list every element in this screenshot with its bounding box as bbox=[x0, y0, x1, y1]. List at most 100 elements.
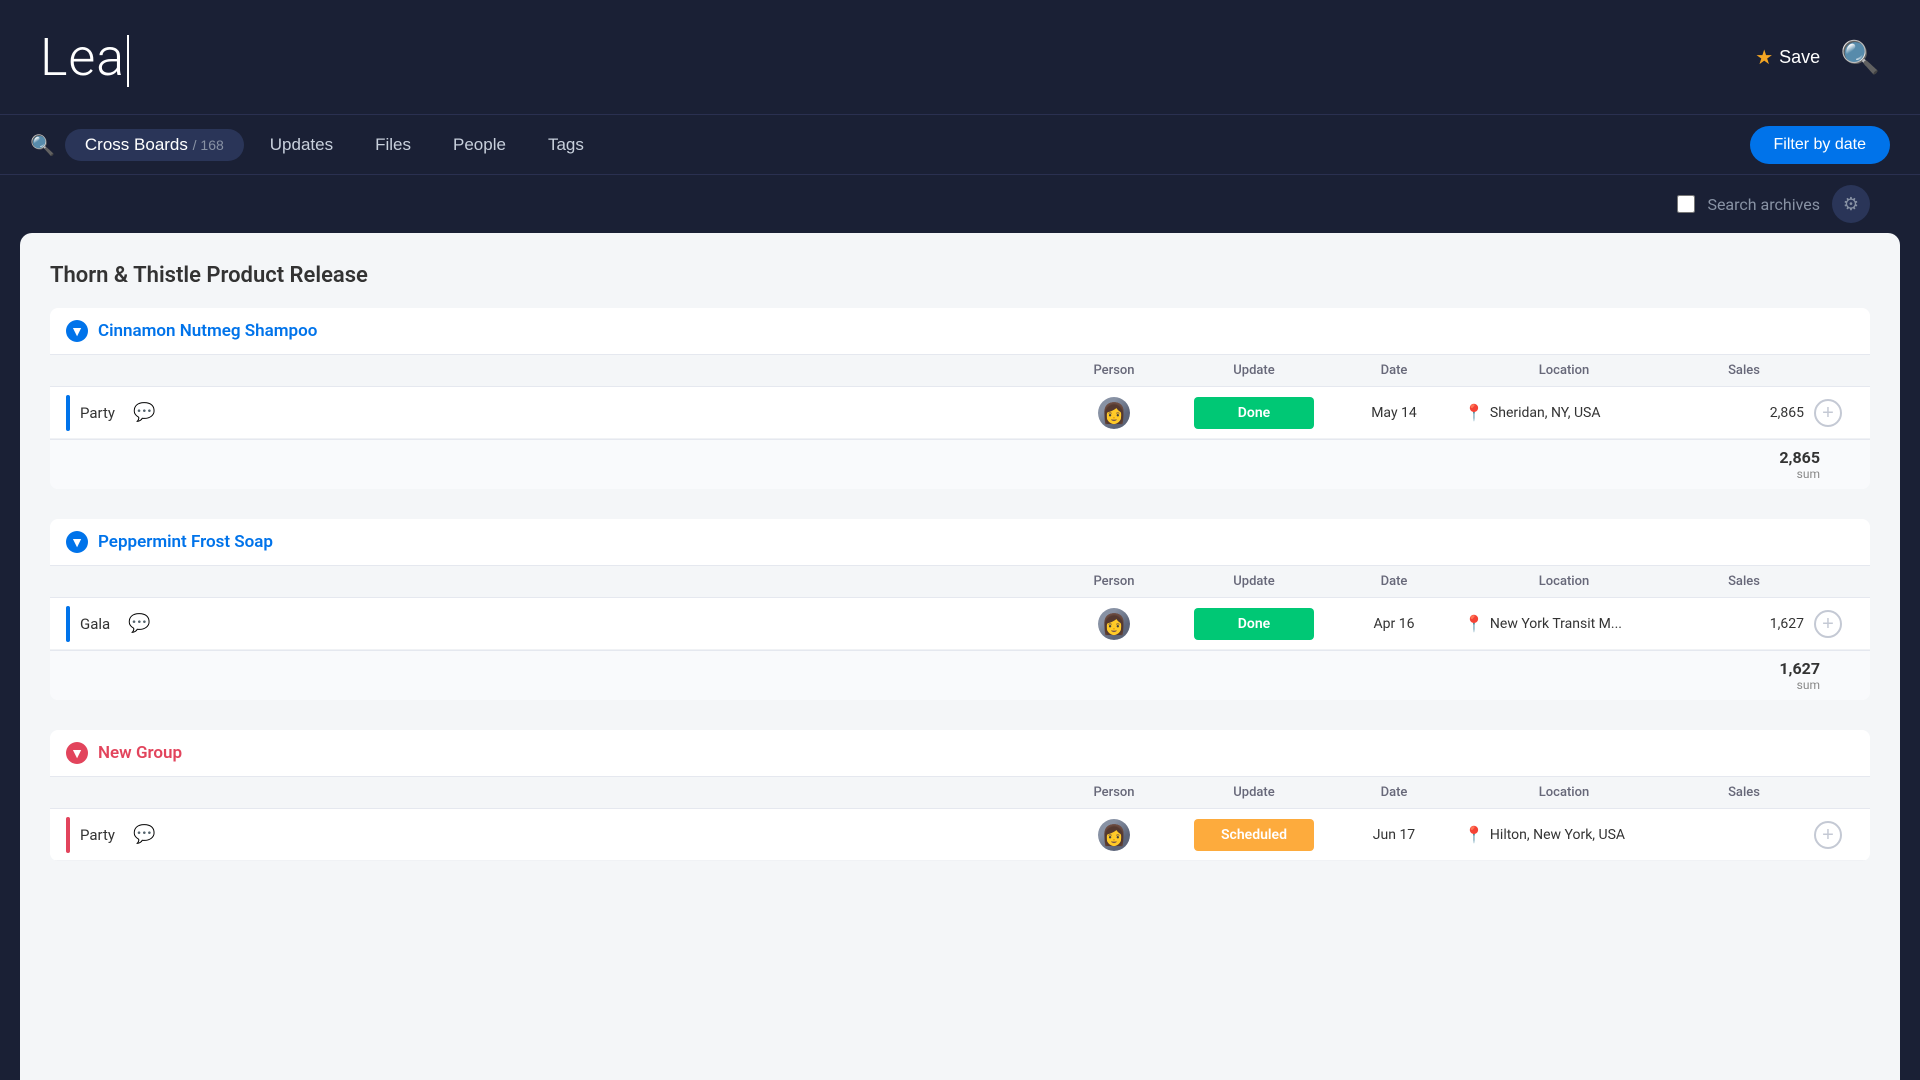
avatar-3: 👩 bbox=[1096, 817, 1132, 853]
row-color-bar-1 bbox=[66, 395, 70, 431]
col-headers-group3: Person Update Date Location Sales bbox=[50, 776, 1870, 809]
person-cell-2: 👩 bbox=[1054, 606, 1174, 642]
col-header-add-2 bbox=[1814, 574, 1854, 589]
date-cell-3: Jun 17 bbox=[1334, 827, 1454, 843]
comment-icon-3[interactable]: 💬 bbox=[133, 824, 155, 845]
status-cell-1[interactable]: Done bbox=[1174, 397, 1334, 429]
sum-row-1: 2,865 sum bbox=[50, 439, 1870, 489]
search-archives-row: Search archives ⚙ bbox=[0, 175, 1920, 233]
sum-block-2: 1,627 sum bbox=[1779, 659, 1820, 692]
group-name-cinnamon[interactable]: Cinnamon Nutmeg Shampoo bbox=[98, 321, 317, 341]
col-header-add-1 bbox=[1814, 363, 1854, 378]
add-column-button-2[interactable]: + bbox=[1814, 610, 1842, 638]
status-badge-scheduled-3[interactable]: Scheduled bbox=[1194, 819, 1314, 851]
search-icon[interactable]: 🔍 bbox=[1840, 38, 1880, 76]
sales-cell-1: 2,865 bbox=[1674, 405, 1814, 421]
group-name-new[interactable]: New Group bbox=[98, 743, 182, 763]
nav-bar: 🔍 Cross Boards / 168 Updates Files Peopl… bbox=[0, 115, 1920, 175]
tab-updates[interactable]: Updates bbox=[254, 129, 349, 161]
col-header-date-1: Date bbox=[1334, 363, 1454, 378]
sum-label-2: sum bbox=[1779, 678, 1820, 692]
task-name-cell-3: Party 💬 bbox=[66, 817, 1054, 853]
group-toggle-cinnamon[interactable]: ▼ bbox=[66, 320, 88, 342]
col-header-task-2 bbox=[66, 574, 1054, 589]
settings-button[interactable]: ⚙ bbox=[1832, 185, 1870, 223]
col-header-task-3 bbox=[66, 785, 1054, 800]
task-name-cell-2: Gala 💬 bbox=[66, 606, 1054, 642]
date-cell-2: Apr 16 bbox=[1334, 616, 1454, 632]
nav-right: Filter by date bbox=[1750, 126, 1890, 164]
gear-icon: ⚙ bbox=[1843, 194, 1859, 215]
group-toggle-new[interactable]: ▼ bbox=[66, 742, 88, 764]
location-pin-3: 📍 bbox=[1464, 825, 1484, 844]
task-name-party-3: Party bbox=[80, 826, 115, 844]
text-cursor bbox=[127, 35, 129, 87]
tab-cross-boards[interactable]: Cross Boards / 168 bbox=[65, 129, 244, 161]
board-title: Thorn & Thistle Product Release bbox=[50, 263, 1870, 288]
col-header-update-2: Update bbox=[1174, 574, 1334, 589]
group-header-cinnamon: ▼ Cinnamon Nutmeg Shampoo bbox=[50, 308, 1870, 354]
group-cinnamon: ▼ Cinnamon Nutmeg Shampoo Person Update … bbox=[50, 308, 1870, 489]
col-header-update-3: Update bbox=[1174, 785, 1334, 800]
col-header-person-3: Person bbox=[1054, 785, 1174, 800]
col-headers-group2: Person Update Date Location Sales bbox=[50, 565, 1870, 598]
main-content: Thorn & Thistle Product Release ▼ Cinnam… bbox=[20, 233, 1900, 1080]
col-header-location-1: Location bbox=[1454, 363, 1674, 378]
tab-people[interactable]: People bbox=[437, 129, 522, 161]
row-color-bar-2 bbox=[66, 606, 70, 642]
tab-files[interactable]: Files bbox=[359, 129, 427, 161]
search-archives-label: Search archives bbox=[1707, 195, 1820, 214]
app-title: Lea bbox=[40, 27, 129, 88]
location-cell-3: 📍 Hilton, New York, USA bbox=[1454, 825, 1674, 844]
col-header-update-1: Update bbox=[1174, 363, 1334, 378]
row-color-bar-3 bbox=[66, 817, 70, 853]
add-column-button-1[interactable]: + bbox=[1814, 399, 1842, 427]
col-header-person-1: Person bbox=[1054, 363, 1174, 378]
group-new: ▼ New Group Person Update Date Location … bbox=[50, 730, 1870, 861]
date-cell-1: May 14 bbox=[1334, 405, 1454, 421]
col-headers-group1: Person Update Date Location Sales bbox=[50, 354, 1870, 387]
search-archives-checkbox[interactable] bbox=[1677, 195, 1695, 213]
task-row-party-1: Party 💬 👩 Done May 14 📍 Sheridan, NY, US… bbox=[50, 387, 1870, 439]
location-cell-1: 📍 Sheridan, NY, USA bbox=[1454, 403, 1674, 422]
status-badge-done-2[interactable]: Done bbox=[1194, 608, 1314, 640]
status-cell-2[interactable]: Done bbox=[1174, 608, 1334, 640]
comment-icon-2[interactable]: 💬 bbox=[128, 613, 150, 634]
col-header-sales-1: Sales bbox=[1674, 363, 1814, 378]
status-badge-done-1[interactable]: Done bbox=[1194, 397, 1314, 429]
filter-by-date-button[interactable]: Filter by date bbox=[1750, 126, 1890, 164]
col-header-location-2: Location bbox=[1454, 574, 1674, 589]
col-header-add-3 bbox=[1814, 785, 1854, 800]
avatar-2: 👩 bbox=[1096, 606, 1132, 642]
col-header-task bbox=[66, 363, 1054, 378]
comment-icon-1[interactable]: 💬 bbox=[133, 402, 155, 423]
person-cell-1: 👩 bbox=[1054, 395, 1174, 431]
location-pin-2: 📍 bbox=[1464, 614, 1484, 633]
col-header-date-3: Date bbox=[1334, 785, 1454, 800]
status-cell-3[interactable]: Scheduled bbox=[1174, 819, 1334, 851]
location-pin-1: 📍 bbox=[1464, 403, 1484, 422]
nav-search-icon[interactable]: 🔍 bbox=[30, 133, 55, 157]
add-column-button-3[interactable]: + bbox=[1814, 821, 1842, 849]
group-header-new: ▼ New Group bbox=[50, 730, 1870, 776]
save-button[interactable]: ★ Save bbox=[1755, 45, 1820, 70]
star-icon: ★ bbox=[1755, 45, 1773, 70]
sum-row-2: 1,627 sum bbox=[50, 650, 1870, 700]
sum-value-1: 2,865 bbox=[1779, 448, 1820, 467]
group-name-peppermint[interactable]: Peppermint Frost Soap bbox=[98, 532, 273, 552]
sales-cell-2: 1,627 bbox=[1674, 616, 1814, 632]
tab-tags[interactable]: Tags bbox=[532, 129, 600, 161]
task-name-gala: Gala bbox=[80, 615, 110, 633]
top-bar: Lea ★ Save 🔍 bbox=[0, 0, 1920, 115]
task-name-cell-1: Party 💬 bbox=[66, 395, 1054, 431]
group-toggle-peppermint[interactable]: ▼ bbox=[66, 531, 88, 553]
sum-label-1: sum bbox=[1779, 467, 1820, 481]
task-row-gala: Gala 💬 👩 Done Apr 16 📍 New York Transit … bbox=[50, 598, 1870, 650]
sum-value-2: 1,627 bbox=[1779, 659, 1820, 678]
group-peppermint: ▼ Peppermint Frost Soap Person Update Da… bbox=[50, 519, 1870, 700]
col-header-location-3: Location bbox=[1454, 785, 1674, 800]
col-header-sales-3: Sales bbox=[1674, 785, 1814, 800]
top-bar-right: ★ Save 🔍 bbox=[1755, 38, 1880, 76]
location-cell-2: 📍 New York Transit M... bbox=[1454, 614, 1674, 633]
person-cell-3: 👩 bbox=[1054, 817, 1174, 853]
